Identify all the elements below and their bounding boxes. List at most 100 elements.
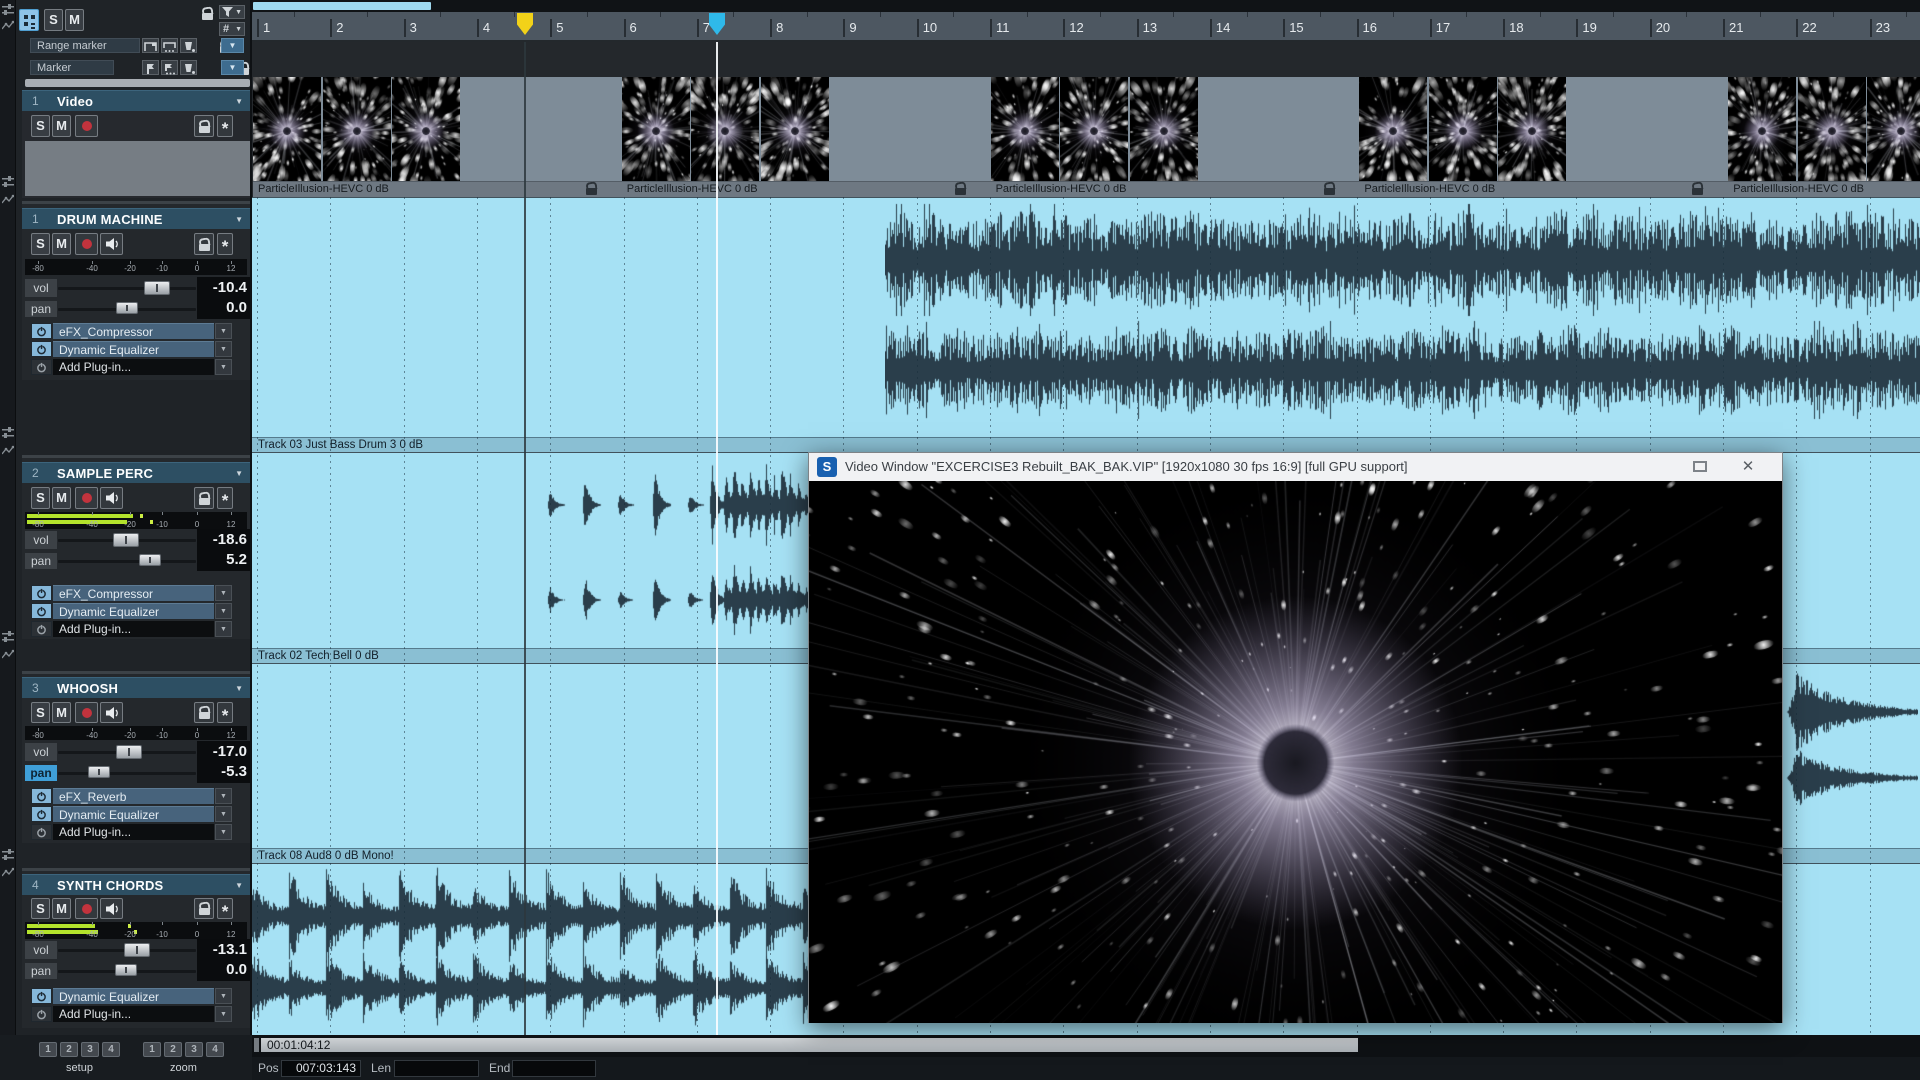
zoom-button-2[interactable]: 2 (164, 1042, 182, 1057)
whoosh-track-header[interactable]: 3 WHOOSH ▼ (22, 677, 250, 698)
synth-track-header[interactable]: 4 SYNTH CHORDS ▼ (22, 874, 250, 895)
track-name[interactable]: Video (57, 91, 93, 112)
synth-plugin-dropdown[interactable]: ▼ (215, 1006, 232, 1022)
clip-lock-icon[interactable] (954, 183, 967, 195)
chevron-down-icon[interactable]: ▼ (235, 91, 243, 112)
sample-plugin-dropdown[interactable]: ▼ (215, 621, 232, 637)
video-track-body[interactable] (25, 141, 250, 196)
sample-mute-button[interactable]: M (52, 487, 71, 509)
chevron-down-icon[interactable]: ▼ (235, 875, 243, 896)
synth-plugin-power-button[interactable] (31, 988, 52, 1004)
whoosh-plugin-dropdown[interactable]: ▼ (215, 788, 232, 804)
close-button[interactable]: ✕ (1737, 453, 1759, 481)
clip-lock-icon[interactable] (585, 183, 598, 195)
synth-solo-button[interactable]: S (31, 898, 50, 919)
pos-field[interactable]: 007:03:143 (281, 1060, 361, 1077)
panel-lock-icon[interactable] (201, 8, 214, 20)
synth-vol-handle[interactable] (124, 943, 150, 957)
video-fx-button[interactable]: * (217, 115, 233, 137)
end-field[interactable] (512, 1060, 596, 1077)
mixer-sliders-icon[interactable] (2, 849, 14, 860)
mixer-sliders-icon[interactable] (2, 427, 14, 438)
video-window-titlebar[interactable]: S Video Window "EXCERCISE3 Rebuilt_BAK_B… (809, 453, 1782, 482)
whoosh-pan-label[interactable]: pan (25, 765, 57, 781)
sample-record-button[interactable] (75, 487, 98, 509)
playhead-line[interactable] (524, 42, 526, 1035)
sample-solo-button[interactable]: S (31, 487, 50, 509)
clip-lock-icon[interactable] (1691, 183, 1704, 195)
sample-plugin-power-button[interactable] (31, 603, 52, 619)
drum-mute-button[interactable]: M (52, 233, 71, 255)
whoosh-plugin-power-button[interactable] (31, 788, 52, 804)
synth-pan-label[interactable]: pan (25, 963, 57, 979)
drum-lock-button[interactable] (194, 233, 214, 255)
drum-plugin-dropdown[interactable]: ▼ (215, 323, 232, 339)
mixer-sliders-icon[interactable] (2, 176, 14, 187)
marker-options-button[interactable] (161, 60, 178, 75)
whoosh-monitor-button[interactable] (100, 702, 123, 723)
setup-button-2[interactable]: 2 (60, 1042, 78, 1057)
drum-plugin-dropdown[interactable]: ▼ (215, 359, 232, 375)
video-solo-button[interactable]: S (31, 115, 50, 137)
video-clip[interactable]: ParticleIllusion-HEVC 0 dB (1359, 77, 1729, 197)
drum-solo-button[interactable]: S (31, 233, 50, 255)
sample-plugin-slot[interactable]: Add Plug-in... (53, 621, 214, 637)
whoosh-plugin-power-button[interactable] (31, 824, 52, 840)
synth-record-button[interactable] (75, 898, 98, 919)
grid-mode-button[interactable]: # ▼ (219, 22, 245, 36)
whoosh-solo-button[interactable]: S (31, 702, 50, 723)
range-options-button[interactable] (161, 38, 178, 53)
drum-plugin-power-button[interactable] (31, 341, 52, 357)
sample-plugin-slot[interactable]: eFX_Compressor (53, 585, 214, 601)
whoosh-fx-button[interactable]: * (217, 702, 233, 723)
video-clip[interactable]: ParticleIllusion-HEVC 0 dB (622, 77, 992, 197)
sample-plugin-dropdown[interactable]: ▼ (215, 585, 232, 601)
whoosh-mute-button[interactable]: M (52, 702, 71, 723)
timeline-ruler[interactable]: 1234567891011121314151617181920212223 (252, 12, 1920, 42)
automation-curve-icon[interactable] (2, 194, 14, 205)
drum-pan-handle[interactable] (116, 302, 138, 314)
len-field[interactable] (394, 1060, 479, 1077)
automation-curve-icon[interactable] (2, 445, 14, 456)
automation-curve-icon[interactable] (2, 867, 14, 878)
drum-plugin-power-button[interactable] (31, 323, 52, 339)
drum-vol-slider[interactable] (58, 287, 196, 290)
chevron-down-icon[interactable]: ▼ (235, 678, 243, 699)
range-marker-dropdown[interactable]: ▼ (221, 38, 244, 53)
synth-vol-label[interactable]: vol (25, 941, 57, 959)
sample-pan-label[interactable]: pan (25, 553, 57, 569)
sample-pan-handle[interactable] (139, 554, 161, 566)
synth-monitor-button[interactable] (100, 898, 123, 919)
range-scrollbar[interactable] (253, 2, 431, 10)
horizontal-scrollbar[interactable]: 00:01:04:12 (261, 1038, 1358, 1052)
whoosh-plugin-power-button[interactable] (31, 806, 52, 822)
sample-plugin-power-button[interactable] (31, 621, 52, 637)
mixer-sliders-icon[interactable] (2, 631, 14, 642)
global-mute-button[interactable]: M (65, 9, 84, 31)
synth-mute-button[interactable]: M (52, 898, 71, 919)
whoosh-pan-handle[interactable] (88, 766, 110, 778)
synth-plugin-slot[interactable]: Add Plug-in... (53, 1006, 214, 1022)
range-start-button[interactable] (142, 38, 159, 53)
setup-button-4[interactable]: 4 (102, 1042, 120, 1057)
track-name[interactable]: DRUM MACHINE (57, 209, 163, 230)
whoosh-plugin-dropdown[interactable]: ▼ (215, 806, 232, 822)
zoom-button-4[interactable]: 4 (206, 1042, 224, 1057)
setup-button-1[interactable]: 1 (39, 1042, 57, 1057)
whoosh-plugin-dropdown[interactable]: ▼ (215, 824, 232, 840)
scrollbar-notch[interactable] (254, 1038, 259, 1052)
drum-plugin-dropdown[interactable]: ▼ (215, 341, 232, 357)
video-track-header[interactable]: 1 Video ▼ (22, 90, 250, 111)
video-clip[interactable]: ParticleIllusion-HEVC 0 dB (1728, 77, 1920, 197)
automation-curve-icon[interactable] (2, 649, 14, 660)
whoosh-plugin-slot[interactable]: Add Plug-in... (53, 824, 214, 840)
sample-track-header[interactable]: 2 SAMPLE PERC ▼ (22, 462, 250, 483)
sample-monitor-button[interactable] (100, 487, 123, 509)
track-name[interactable]: WHOOSH (57, 678, 118, 699)
filter-dropdown-button[interactable]: ▼ (219, 5, 245, 19)
marker-lane-label[interactable]: Marker (30, 60, 114, 75)
track-name[interactable]: SAMPLE PERC (57, 463, 153, 484)
whoosh-pan-slider[interactable] (58, 772, 196, 775)
whoosh-vol-handle[interactable] (116, 745, 142, 759)
range-paint-button[interactable] (180, 38, 197, 53)
